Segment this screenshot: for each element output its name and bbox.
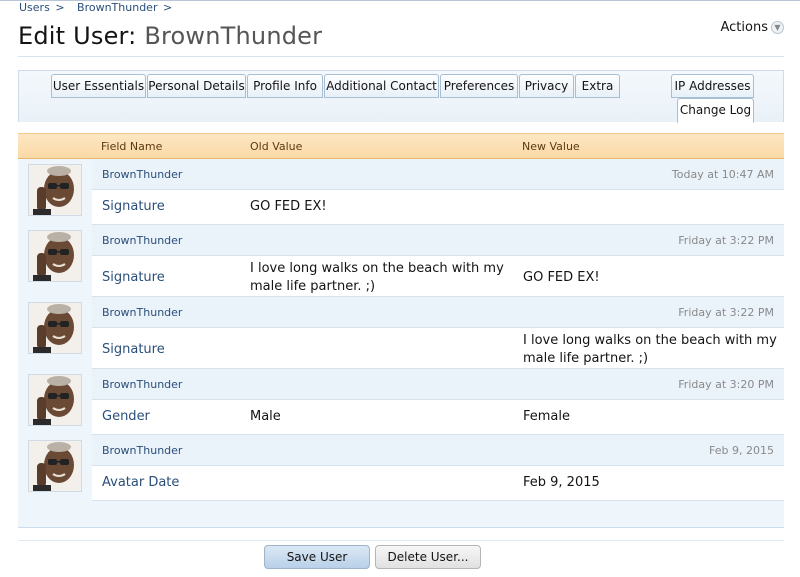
tab-bar: User Essentials Personal Details Profile… [18, 70, 784, 123]
breadcrumb-username[interactable]: BrownThunder [77, 1, 157, 14]
field-name: Signature [102, 270, 165, 285]
entry-timestamp: Friday at 3:20 PM [678, 378, 774, 391]
entry-body: Gender Male Female [92, 400, 784, 435]
breadcrumb-users[interactable]: Users [19, 1, 50, 14]
field-name: Avatar Date [102, 475, 180, 490]
tab-change-log[interactable]: Change Log [677, 98, 754, 123]
entry-body: Signature I love long walks on the beach… [92, 328, 784, 369]
entry-timestamp: Friday at 3:22 PM [678, 234, 774, 247]
old-value: I love long walks on the beach with my m… [250, 261, 504, 294]
avatar[interactable] [28, 230, 82, 282]
field-name: Signature [102, 199, 165, 214]
page-title: Edit User: BrownThunder [18, 20, 322, 52]
entry-header: BrownThunder Feb 9, 2015 [92, 435, 784, 466]
tab-personal-details[interactable]: Personal Details [147, 74, 246, 98]
avatar[interactable] [28, 164, 82, 216]
entry-user-link[interactable]: BrownThunder [102, 444, 182, 457]
entry-user-link[interactable]: BrownThunder [102, 378, 182, 391]
avatar[interactable] [28, 302, 82, 354]
breadcrumb: Users > BrownThunder > [0, 0, 800, 15]
tab-privacy[interactable]: Privacy [519, 74, 574, 98]
tab-profile-info[interactable]: Profile Info [247, 74, 323, 98]
breadcrumb-separator: > [162, 1, 173, 14]
entry-timestamp: Friday at 3:22 PM [678, 306, 774, 319]
avatar[interactable] [28, 374, 82, 426]
save-user-button[interactable]: Save User [264, 545, 370, 569]
chevron-down-icon[interactable]: ▼ [771, 21, 784, 34]
entry-user-link[interactable]: BrownThunder [102, 168, 182, 181]
divider [18, 56, 784, 57]
entry-user-link[interactable]: BrownThunder [102, 306, 182, 319]
page-title-username: BrownThunder [144, 22, 323, 50]
new-value: Feb 9, 2015 [523, 475, 600, 490]
list-item: BrownThunder Friday at 3:22 PM Signature… [18, 297, 784, 369]
entry-header: BrownThunder Friday at 3:20 PM [92, 369, 784, 400]
column-header-old: Old Value [250, 140, 303, 153]
actions-label[interactable]: Actions [721, 20, 769, 35]
avatar[interactable] [28, 440, 82, 492]
list-item: BrownThunder Friday at 3:20 PM Gender Ma… [18, 369, 784, 435]
page-title-prefix: Edit User: [18, 22, 137, 50]
entry-timestamp: Feb 9, 2015 [709, 444, 774, 457]
entry-body: Signature I love long walks on the beach… [92, 256, 784, 297]
column-header-field: Field Name [101, 140, 163, 153]
entry-header: BrownThunder Today at 10:47 AM [92, 159, 784, 190]
entry-header: BrownThunder Friday at 3:22 PM [92, 225, 784, 256]
entry-user-link[interactable]: BrownThunder [102, 234, 182, 247]
tab-user-essentials[interactable]: User Essentials [51, 74, 146, 98]
tab-extra[interactable]: Extra [575, 74, 620, 98]
old-value: GO FED EX! [250, 199, 327, 214]
old-value: Male [250, 409, 281, 424]
tab-ip-addresses[interactable]: IP Addresses [671, 74, 754, 98]
new-value: Female [523, 409, 571, 424]
delete-user-button[interactable]: Delete User... [375, 545, 481, 569]
divider [18, 527, 784, 528]
field-name: Gender [102, 409, 150, 424]
new-value: I love long walks on the beach with my m… [523, 333, 777, 366]
tab-preferences[interactable]: Preferences [440, 74, 518, 98]
entry-body: Signature GO FED EX! [92, 190, 784, 225]
breadcrumb-separator: > [55, 1, 65, 14]
column-header-new: New Value [522, 140, 580, 153]
tab-additional-contact[interactable]: Additional Contact [324, 74, 439, 98]
new-value: GO FED EX! [523, 270, 600, 285]
list-item: BrownThunder Feb 9, 2015 Avatar Date Feb… [18, 435, 784, 501]
list-item: BrownThunder Today at 10:47 AM Signature… [18, 159, 784, 225]
entry-body: Avatar Date Feb 9, 2015 [92, 466, 784, 501]
table-header: Field Name Old Value New Value [18, 133, 784, 159]
field-name: Signature [102, 342, 165, 357]
actions-menu[interactable]: Actions ▼ [721, 20, 784, 35]
change-log-list: BrownThunder Today at 10:47 AM Signature… [18, 159, 784, 527]
divider [18, 540, 784, 541]
list-item: BrownThunder Friday at 3:22 PM Signature… [18, 225, 784, 297]
entry-timestamp: Today at 10:47 AM [671, 168, 774, 181]
entry-header: BrownThunder Friday at 3:22 PM [92, 297, 784, 328]
